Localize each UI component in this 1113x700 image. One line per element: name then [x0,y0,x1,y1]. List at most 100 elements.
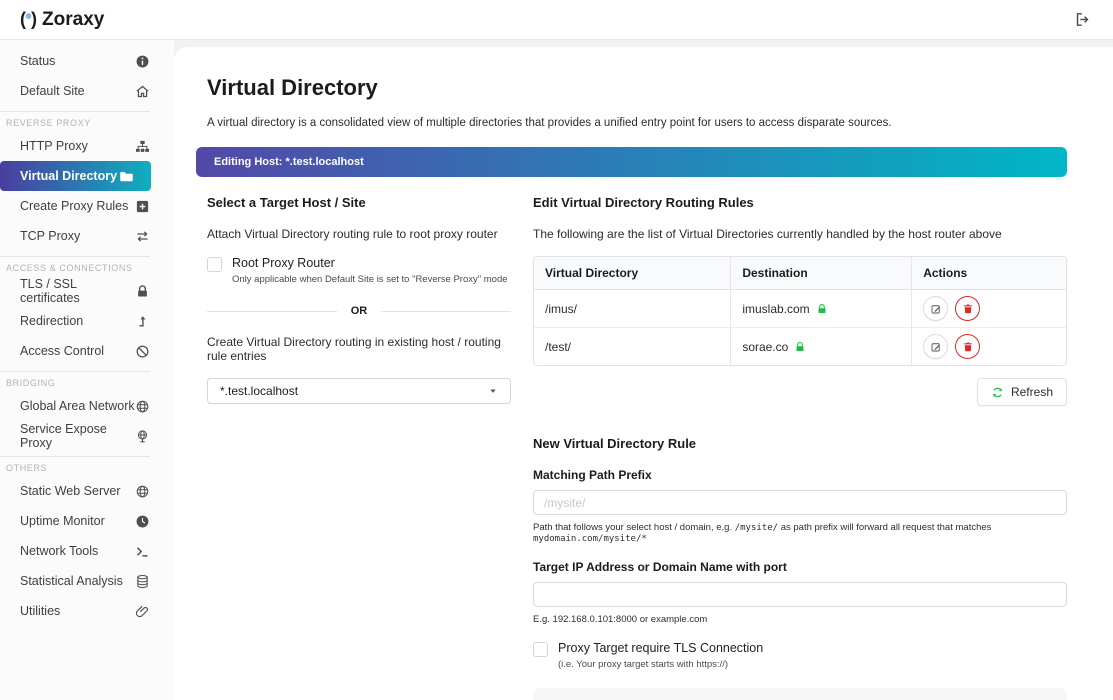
sidebar-item-status[interactable]: Status [0,46,174,76]
matching-path-label: Matching Path Prefix [533,468,1067,482]
sidebar-item-create-proxy-rules[interactable]: Create Proxy Rules [0,191,174,221]
matching-path-hint: Path that follows your select host / dom… [533,522,1067,544]
tls-checkbox[interactable] [533,642,548,657]
col-header-virtual-directory: Virtual Directory [534,257,731,290]
matching-path-input[interactable] [533,490,1067,515]
edit-icon [930,341,942,353]
sidebar-item-service-expose-proxy[interactable]: Service Expose Proxy [0,421,174,451]
sidebar-item-label: Redirection [20,314,83,328]
root-proxy-label: Root Proxy Router [232,256,508,270]
sidebar-item-label: Default Site [20,84,85,98]
sidebar-item-label: Global Area Network [20,399,135,413]
sidebar-item-uptime-monitor[interactable]: Uptime Monitor [0,506,174,536]
sidebar-item-virtual-directory[interactable]: Virtual Directory [0,161,151,191]
plus-square-icon [135,199,150,214]
signout-icon[interactable] [1074,11,1091,28]
trash-icon [962,303,974,315]
content-card: Virtual Directory A virtual directory is… [174,47,1113,700]
sidebar-item-label: Static Web Server [20,484,121,498]
advance-settings-accordion[interactable]: Advance Settings [533,688,1067,700]
col-header-actions: Actions [912,257,1066,290]
sidebar-item-redirection[interactable]: Redirection [0,306,174,336]
level-up-icon [135,314,150,329]
globe-stand-icon [135,429,150,444]
root-proxy-note: Only applicable when Default Site is set… [232,274,508,285]
logo-dot: • [25,6,31,28]
sidebar-item-label: Create Proxy Rules [20,199,128,213]
sidebar-item-label: Utilities [20,604,60,618]
sidebar: StatusDefault SiteREVERSE PROXYHTTP Prox… [0,40,174,700]
tls-checkbox-note: (i.e. Your proxy target starts with http… [558,659,763,670]
edit-rule-button[interactable] [923,334,948,359]
sidebar-item-tcp-proxy[interactable]: TCP Proxy [0,221,174,251]
sidebar-item-label: Virtual Directory [20,169,117,183]
host-select-value: *.test.localhost [220,384,298,398]
edit-rule-button[interactable] [923,296,948,321]
lock-icon [135,284,150,299]
actions-cell [912,290,1066,328]
destination-text: sorae.co [742,340,788,354]
trash-icon [962,341,974,353]
exchange-icon [135,229,150,244]
home-icon [135,84,150,99]
sidebar-section-header: OTHERS [0,456,150,476]
actions-cell [912,328,1066,366]
page-description: A virtual directory is a consolidated vi… [207,117,1067,129]
clock-icon [135,514,150,529]
sidebar-item-static-web-server[interactable]: Static Web Server [0,476,174,506]
sidebar-item-label: TCP Proxy [20,229,80,243]
sidebar-item-label: TLS / SSL certificates [20,277,135,305]
topbar: (•) Zoraxy [0,0,1113,40]
destination-text: imuslab.com [742,302,809,316]
sidebar-item-label: Uptime Monitor [20,514,105,528]
edit-rules-heading: Edit Virtual Directory Routing Rules [533,195,1067,210]
target-address-input[interactable] [533,582,1067,607]
terminal-icon [135,544,150,559]
or-divider-label: OR [351,305,368,317]
sidebar-item-network-tools[interactable]: Network Tools [0,536,174,566]
target-address-hint: E.g. 192.168.0.101:8000 or example.com [533,614,1067,625]
vdir-path-cell: /test/ [534,328,731,366]
sidebar-item-tls-ssl-certificates[interactable]: TLS / SSL certificates [0,276,174,306]
sidebar-item-label: HTTP Proxy [20,139,88,153]
app-logo: (•) Zoraxy [20,9,104,31]
tls-lock-icon [794,341,806,353]
sidebar-section-header: BRIDGING [0,371,150,391]
sidebar-item-label: Service Expose Proxy [20,422,135,450]
sidebar-item-label: Network Tools [20,544,98,558]
vdir-path-cell: /imus/ [534,290,731,328]
target-address-label: Target IP Address or Domain Name with po… [533,560,1067,574]
destination-cell: sorae.co [731,328,912,366]
main-area: Virtual Directory A virtual directory is… [174,40,1113,700]
sidebar-section-header: ACCESS & CONNECTIONS [0,256,150,276]
sidebar-item-utilities[interactable]: Utilities [0,596,174,626]
sidebar-item-statistical-analysis[interactable]: Statistical Analysis [0,566,174,596]
refresh-button[interactable]: Refresh [977,378,1067,406]
caret-down-icon [488,386,498,396]
app-title: Zoraxy [42,9,104,31]
refresh-button-label: Refresh [1011,385,1053,399]
zoraxy-logo-icon: (•) [20,9,36,30]
create-routing-text: Create Virtual Directory routing in exis… [207,335,511,363]
vdir-table: Virtual Directory Destination Actions /i… [533,256,1067,366]
globe-icon [135,484,150,499]
info-circle-icon [135,54,150,69]
tls-checkbox-label: Proxy Target require TLS Connection [558,641,763,655]
routing-rules-panel: Edit Virtual Directory Routing Rules The… [533,193,1067,700]
delete-rule-button[interactable] [955,296,980,321]
sidebar-item-http-proxy[interactable]: HTTP Proxy [0,131,174,161]
or-divider: OR [207,305,511,317]
sidebar-item-global-area-network[interactable]: Global Area Network [0,391,174,421]
sidebar-item-access-control[interactable]: Access Control [0,336,174,366]
sidebar-item-label: Access Control [20,344,104,358]
root-proxy-checkbox[interactable] [207,257,222,272]
delete-rule-button[interactable] [955,334,980,359]
host-select-dropdown[interactable]: *.test.localhost [207,378,511,404]
edit-rules-subtext: The following are the list of Virtual Di… [533,227,1067,241]
database-icon [135,574,150,589]
new-rule-heading: New Virtual Directory Rule [533,436,1067,451]
tls-lock-icon [816,303,828,315]
select-target-heading: Select a Target Host / Site [207,195,511,210]
sitemap-icon [135,139,150,154]
sidebar-item-default-site[interactable]: Default Site [0,76,174,106]
